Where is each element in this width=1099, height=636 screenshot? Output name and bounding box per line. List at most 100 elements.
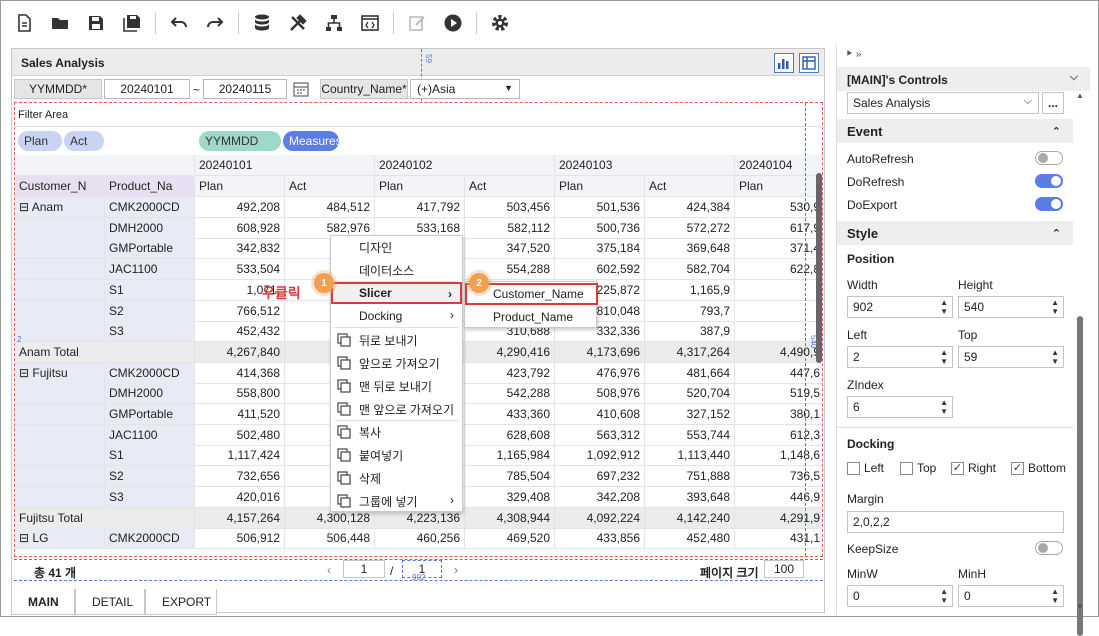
- customer-cell[interactable]: ⊟ Fujitsu: [15, 362, 105, 384]
- spinner-icon[interactable]: ▲ ▼: [940, 398, 948, 416]
- keepsize-toggle[interactable]: [1035, 541, 1063, 555]
- measures-chip[interactable]: Measures: [283, 131, 342, 151]
- hierarchy-icon[interactable]: [321, 10, 347, 36]
- new-file-icon[interactable]: [11, 10, 37, 36]
- database-icon[interactable]: [249, 10, 275, 36]
- context-menu-item[interactable]: 데이터소스: [331, 259, 462, 281]
- chart-icon[interactable]: [774, 53, 794, 73]
- style-section-header[interactable]: Style ⌃: [837, 221, 1073, 245]
- customer-cell[interactable]: ⊟ LG: [15, 528, 105, 550]
- customer-cell[interactable]: [15, 279, 105, 301]
- context-menu-item[interactable]: 디자인: [331, 236, 462, 258]
- tab-detail[interactable]: DETAIL: [75, 589, 145, 615]
- customer-cell[interactable]: [15, 383, 105, 405]
- event-section-header[interactable]: Event ⌃: [837, 119, 1073, 143]
- spinner-icon[interactable]: ▲ ▼: [1051, 587, 1059, 605]
- context-menu-item[interactable]: 맨 앞으로 가져오기: [331, 398, 462, 420]
- do-refresh-toggle[interactable]: [1035, 174, 1063, 188]
- customer-cell[interactable]: [15, 217, 105, 239]
- more-button[interactable]: ...: [1042, 92, 1064, 114]
- filter-area: Filter Area: [15, 103, 822, 127]
- panel-scrollbar[interactable]: ▲ ▼: [1075, 91, 1085, 636]
- pin-icon[interactable]: ⯈ »: [845, 49, 861, 60]
- page-size-input[interactable]: 100: [764, 560, 804, 578]
- zindex-input[interactable]: 6 ▲ ▼: [847, 396, 953, 418]
- date-from-input[interactable]: 20240101: [104, 79, 190, 99]
- submenu-item-product-name[interactable]: Product_Name: [465, 306, 596, 328]
- row-field-chip[interactable]: Plan: [18, 131, 62, 151]
- customer-cell[interactable]: [15, 486, 105, 508]
- context-menu-item[interactable]: 앞으로 가져오기: [331, 352, 462, 374]
- customer-cell[interactable]: [15, 300, 105, 322]
- next-page-icon[interactable]: ›: [454, 563, 458, 577]
- page-input[interactable]: 1: [343, 560, 385, 578]
- context-menu-item[interactable]: Slicer ›: [331, 282, 462, 304]
- value-cell: 506,912: [195, 528, 285, 550]
- product-row-header[interactable]: Product_Na: [105, 176, 195, 197]
- product-cell: DMH2000: [105, 383, 195, 405]
- height-input[interactable]: 540 ▲ ▼: [958, 296, 1064, 318]
- edit-icon[interactable]: [404, 10, 430, 36]
- total-row-label: Anam Total: [15, 341, 195, 363]
- context-menu-item[interactable]: Docking ›: [331, 305, 462, 327]
- product-cell: CMK2000CD: [105, 197, 195, 218]
- context-menu-item[interactable]: 삭제: [331, 467, 462, 489]
- vertical-scrollbar[interactable]: ▲ ▼: [814, 173, 822, 556]
- undo-icon[interactable]: [166, 10, 192, 36]
- customer-cell[interactable]: [15, 466, 105, 488]
- left-input[interactable]: 2 ▲ ▼: [847, 346, 953, 368]
- context-menu-item[interactable]: 뒤로 보내기: [331, 329, 462, 351]
- customer-cell[interactable]: [15, 238, 105, 260]
- column-field-chip[interactable]: YYMMDD: [199, 131, 281, 151]
- code-view-icon[interactable]: [357, 10, 383, 36]
- chevron-right-icon: ›: [450, 308, 454, 322]
- customer-cell[interactable]: [15, 404, 105, 425]
- tab-export[interactable]: EXPORT: [145, 589, 217, 615]
- prev-page-icon[interactable]: ‹: [327, 563, 331, 577]
- customer-row-header[interactable]: Customer_N: [15, 176, 105, 197]
- dock-left-checkbox[interactable]: [847, 462, 860, 475]
- save-icon[interactable]: [83, 10, 109, 36]
- do-export-toggle[interactable]: [1035, 197, 1063, 211]
- margin-input[interactable]: 2,0,2,2: [847, 511, 1064, 533]
- spinner-icon[interactable]: ▲ ▼: [1051, 348, 1059, 366]
- tools-icon[interactable]: [285, 10, 311, 36]
- value-cell: 785,504: [465, 466, 555, 488]
- date-column-header: 20240104: [735, 155, 822, 176]
- customer-cell[interactable]: [15, 445, 105, 467]
- row-field-chip[interactable]: Act: [64, 131, 104, 151]
- customer-cell[interactable]: [15, 321, 105, 343]
- pivot-settings-icon[interactable]: [799, 53, 819, 73]
- redo-icon[interactable]: [202, 10, 228, 36]
- spinner-icon[interactable]: ▲ ▼: [940, 298, 948, 316]
- auto-refresh-toggle[interactable]: [1035, 151, 1063, 165]
- date-to-input[interactable]: 20240115: [203, 79, 287, 99]
- play-icon[interactable]: [440, 10, 466, 36]
- control-select[interactable]: Sales Analysis ⌵: [847, 92, 1039, 114]
- context-menu-item[interactable]: 붙여넣기: [331, 444, 462, 466]
- chevron-down-icon[interactable]: ⌵: [1070, 71, 1078, 84]
- context-menu-item-label: Docking: [359, 309, 403, 323]
- calendar-icon[interactable]: [292, 80, 310, 98]
- context-menu-item[interactable]: 그룹에 넣기 ›: [331, 490, 462, 512]
- dock-top-checkbox[interactable]: [900, 462, 913, 475]
- context-menu-item[interactable]: 복사: [331, 421, 462, 443]
- minw-input[interactable]: 0 ▲ ▼: [847, 585, 953, 607]
- spinner-icon[interactable]: ▲ ▼: [1051, 298, 1059, 316]
- tab-main[interactable]: MAIN: [11, 589, 75, 615]
- country-select[interactable]: (+)Asia ▼: [410, 79, 520, 99]
- context-menu-item[interactable]: 맨 뒤로 보내기: [331, 375, 462, 397]
- open-folder-icon[interactable]: [47, 10, 73, 36]
- top-input[interactable]: 59 ▲ ▼: [958, 346, 1064, 368]
- spinner-icon[interactable]: ▲ ▼: [940, 587, 948, 605]
- save-all-icon[interactable]: [119, 10, 145, 36]
- dock-bottom-checkbox[interactable]: ✓: [1011, 462, 1024, 475]
- customer-cell[interactable]: ⊟ Anam: [15, 197, 105, 218]
- spinner-icon[interactable]: ▲ ▼: [940, 348, 948, 366]
- customer-cell[interactable]: [15, 424, 105, 446]
- customer-cell[interactable]: [15, 259, 105, 281]
- minh-input[interactable]: 0 ▲ ▼: [958, 585, 1064, 607]
- width-input[interactable]: 902 ▲ ▼: [847, 296, 953, 318]
- dock-right-checkbox[interactable]: ✓: [951, 462, 964, 475]
- settings-icon[interactable]: [487, 10, 513, 36]
